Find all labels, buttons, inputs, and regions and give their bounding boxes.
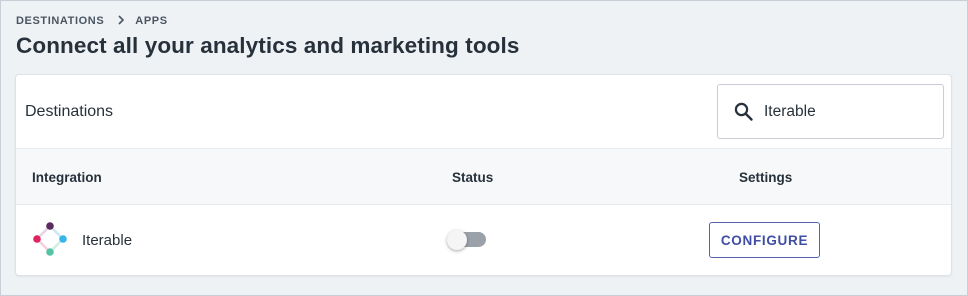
chevron-right-icon	[117, 14, 125, 28]
column-header-settings: Settings	[739, 170, 793, 185]
integration-name: Iterable	[82, 232, 133, 249]
column-header-integration: Integration	[32, 170, 102, 185]
table-row: Iterable CONFIGURE	[16, 205, 951, 275]
card-header: Destinations	[16, 75, 951, 149]
configure-button[interactable]: CONFIGURE	[709, 222, 820, 258]
column-header-status: Status	[452, 170, 494, 185]
breadcrumb: DESTINATIONS APPS	[16, 14, 168, 28]
card-title: Destinations	[25, 103, 114, 120]
breadcrumb-item-apps[interactable]: APPS	[135, 15, 167, 27]
status-toggle[interactable]	[447, 229, 486, 250]
destinations-card: Destinations Integration Status Settings	[15, 74, 952, 276]
toggle-knob	[447, 229, 467, 250]
table-header: Integration Status Settings	[16, 149, 951, 205]
page-title: Connect all your analytics and marketing…	[16, 33, 520, 58]
search-input[interactable]	[764, 102, 924, 121]
breadcrumb-item-destinations[interactable]: DESTINATIONS	[16, 15, 104, 27]
search-icon	[734, 102, 754, 122]
iterable-logo	[33, 222, 67, 256]
search-box[interactable]	[717, 84, 944, 139]
